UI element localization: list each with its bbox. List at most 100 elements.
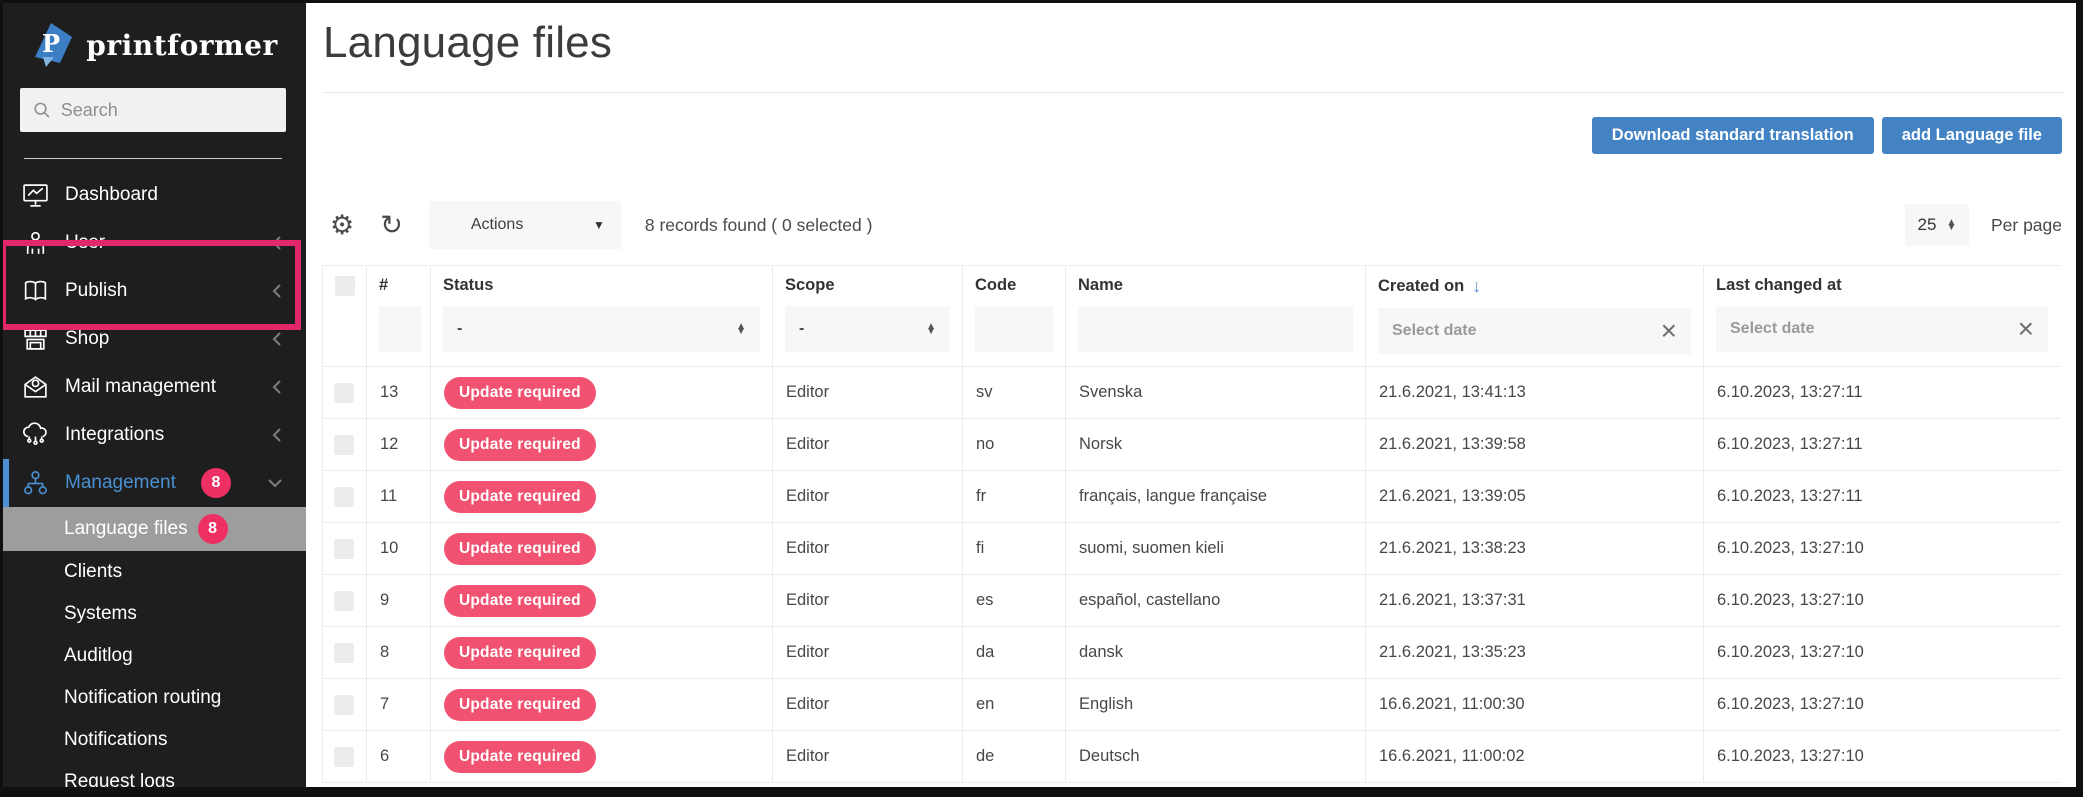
cell-name: Deutsch bbox=[1066, 731, 1366, 783]
cell-status: Update required bbox=[431, 419, 773, 471]
cell-name: français, langue française bbox=[1066, 471, 1366, 523]
table-row[interactable]: 9 Update required Editor es español, cas… bbox=[323, 575, 2061, 627]
sort-desc-arrow-icon: ↓ bbox=[1472, 276, 1481, 297]
clear-date-icon[interactable]: × bbox=[2018, 315, 2034, 343]
cell-name: English bbox=[1066, 679, 1366, 731]
created-date-filter[interactable]: Select date × bbox=[1378, 308, 1691, 354]
cell-id: 7 bbox=[367, 679, 431, 731]
main-content: Language files Download standard transla… bbox=[306, 0, 2083, 797]
download-standard-translation-button[interactable]: Download standard translation bbox=[1592, 117, 1874, 154]
changed-date-filter[interactable]: Select date × bbox=[1716, 306, 2048, 352]
cell-changed: 6.10.2023, 13:27:11 bbox=[1704, 367, 2061, 419]
row-checkbox[interactable] bbox=[334, 383, 354, 403]
row-checkbox[interactable] bbox=[334, 591, 354, 611]
cell-code: de bbox=[963, 731, 1066, 783]
actions-dropdown[interactable]: Actions ▼ bbox=[429, 201, 621, 249]
id-filter-input[interactable] bbox=[379, 306, 421, 352]
table-row[interactable]: 6 Update required Editor de Deutsch 16.6… bbox=[323, 731, 2061, 783]
column-label-code[interactable]: Code bbox=[975, 276, 1053, 295]
select-arrows-icon: ▲▼ bbox=[736, 324, 746, 335]
row-checkbox[interactable] bbox=[334, 747, 354, 767]
select-arrows-icon: ▲▼ bbox=[1946, 220, 1956, 231]
cell-name: Svenska bbox=[1066, 367, 1366, 419]
cell-code: fi bbox=[963, 523, 1066, 575]
sidebar-item-label: Shop bbox=[65, 328, 109, 350]
sidebar-item-systems[interactable]: Systems bbox=[0, 593, 306, 635]
cell-status: Update required bbox=[431, 627, 773, 679]
scope-filter-select[interactable]: - ▲▼ bbox=[785, 306, 950, 352]
table-row[interactable]: 8 Update required Editor da dansk 21.6.2… bbox=[323, 627, 2061, 679]
table-row[interactable]: 11 Update required Editor fr français, l… bbox=[323, 471, 2061, 523]
settings-gear-icon[interactable]: ⚙ bbox=[330, 212, 354, 239]
sidebar-item-management[interactable]: Management 8 bbox=[0, 459, 306, 507]
cell-status: Update required bbox=[431, 471, 773, 523]
column-label-changed[interactable]: Last changed at bbox=[1716, 276, 2048, 295]
select-all-checkbox[interactable] bbox=[335, 276, 355, 296]
cell-status: Update required bbox=[431, 523, 773, 575]
sidebar-item-mail-management[interactable]: Mail management bbox=[0, 363, 306, 411]
cell-status: Update required bbox=[431, 679, 773, 731]
column-label-scope[interactable]: Scope bbox=[785, 276, 950, 295]
row-checkbox[interactable] bbox=[334, 487, 354, 507]
created-date-placeholder: Select date bbox=[1392, 322, 1476, 340]
status-badge: Update required bbox=[444, 429, 596, 461]
sidebar-item-user[interactable]: User bbox=[0, 219, 306, 267]
select-arrows-icon: ▲▼ bbox=[926, 324, 936, 335]
row-checkbox[interactable] bbox=[334, 695, 354, 715]
sidebar-item-label: Clients bbox=[64, 561, 122, 583]
sidebar-item-label: Publish bbox=[65, 280, 127, 302]
per-page-select[interactable]: 25 ▲▼ bbox=[1905, 204, 1969, 246]
cell-name: español, castellano bbox=[1066, 575, 1366, 627]
chevron-left-icon bbox=[270, 330, 284, 348]
code-filter-input[interactable] bbox=[975, 306, 1053, 352]
sidebar-divider bbox=[24, 158, 282, 159]
title-divider bbox=[323, 92, 2065, 93]
scope-filter-value: - bbox=[799, 320, 804, 338]
table-row[interactable]: 7 Update required Editor en English 16.6… bbox=[323, 679, 2061, 731]
brand-logo[interactable]: P printformer bbox=[0, 0, 306, 74]
table-row[interactable]: 13 Update required Editor sv Svenska 21.… bbox=[323, 367, 2061, 419]
row-checkbox[interactable] bbox=[334, 643, 354, 663]
sidebar-item-auditlog[interactable]: Auditlog bbox=[0, 635, 306, 677]
table-body: 13 Update required Editor sv Svenska 21.… bbox=[323, 367, 2061, 783]
search-input[interactable] bbox=[61, 100, 273, 121]
table-row[interactable]: 10 Update required Editor fi suomi, suom… bbox=[323, 523, 2061, 575]
integrations-icon bbox=[20, 422, 50, 449]
column-label-id[interactable]: # bbox=[379, 276, 418, 295]
sidebar-item-dashboard[interactable]: Dashboard bbox=[0, 171, 306, 219]
cell-changed: 6.10.2023, 13:27:10 bbox=[1704, 523, 2061, 575]
cell-code: no bbox=[963, 419, 1066, 471]
row-checkbox[interactable] bbox=[334, 435, 354, 455]
status-filter-select[interactable]: - ▲▼ bbox=[443, 306, 760, 352]
column-header-created: Created on ↓ Select date × bbox=[1366, 266, 1704, 367]
add-language-file-button[interactable]: add Language file bbox=[1882, 117, 2062, 154]
sidebar-item-shop[interactable]: Shop bbox=[0, 315, 306, 363]
name-filter-input[interactable] bbox=[1078, 306, 1353, 352]
row-checkbox[interactable] bbox=[334, 539, 354, 559]
sidebar-item-integrations[interactable]: Integrations bbox=[0, 411, 306, 459]
cell-name: Norsk bbox=[1066, 419, 1366, 471]
column-label-status[interactable]: Status bbox=[443, 276, 760, 295]
sidebar-item-language-files[interactable]: Language files 8 bbox=[0, 507, 306, 551]
sidebar-item-publish[interactable]: Publish bbox=[0, 267, 306, 315]
sidebar-item-notifications[interactable]: Notifications bbox=[0, 719, 306, 761]
table-row[interactable]: 12 Update required Editor no Norsk 21.6.… bbox=[323, 419, 2061, 471]
cell-scope: Editor bbox=[773, 523, 963, 575]
sidebar-item-request-logs[interactable]: Request logs bbox=[0, 761, 306, 797]
brand-name: printformer bbox=[86, 29, 277, 62]
cell-code: en bbox=[963, 679, 1066, 731]
status-badge: Update required bbox=[444, 637, 596, 669]
column-label-name[interactable]: Name bbox=[1078, 276, 1353, 295]
column-header-status: Status - ▲▼ bbox=[431, 266, 773, 367]
printformer-logo-icon: P bbox=[28, 22, 74, 68]
refresh-icon[interactable]: ↻ bbox=[380, 212, 403, 239]
cell-status: Update required bbox=[431, 575, 773, 627]
cell-created: 16.6.2021, 11:00:02 bbox=[1366, 731, 1704, 783]
clear-date-icon[interactable]: × bbox=[1661, 317, 1677, 345]
column-label-created[interactable]: Created on ↓ bbox=[1378, 276, 1691, 297]
sidebar-item-notification-routing[interactable]: Notification routing bbox=[0, 677, 306, 719]
caret-down-icon: ▼ bbox=[593, 218, 605, 232]
chevron-down-icon bbox=[266, 477, 284, 489]
cell-changed: 6.10.2023, 13:27:10 bbox=[1704, 575, 2061, 627]
sidebar-item-clients[interactable]: Clients bbox=[0, 551, 306, 593]
